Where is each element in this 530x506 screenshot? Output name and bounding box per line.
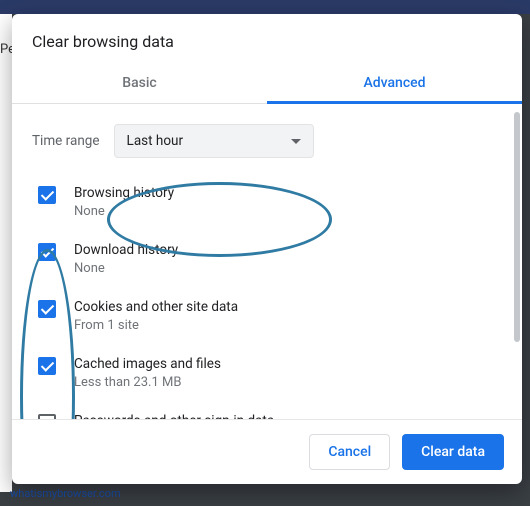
list-item-label: Download history	[74, 241, 178, 260]
list-item: Cookies and other site dataFrom 1 site	[34, 288, 502, 345]
list-item-text: Cookies and other site dataFrom 1 site	[74, 298, 238, 335]
checkbox[interactable]	[38, 186, 56, 204]
tab-bar: Basic Advanced	[12, 65, 522, 104]
list-item-label: Cookies and other site data	[74, 298, 238, 317]
checkbox[interactable]	[38, 243, 56, 261]
page-top-stripe	[0, 0, 530, 14]
list-item: Download historyNone	[34, 231, 502, 288]
dialog-scroll: Time range Last hour Browsing historyNon…	[12, 104, 512, 419]
list-item-text: Browsing historyNone	[74, 184, 174, 221]
tab-advanced[interactable]: Advanced	[267, 65, 522, 103]
scrollbar[interactable]	[514, 112, 520, 342]
dialog-footer: Cancel Clear data	[12, 419, 522, 484]
tab-basic[interactable]: Basic	[12, 65, 267, 103]
time-range-value: Last hour	[127, 133, 184, 149]
list-item: Passwords and other sign-in dataNone	[34, 402, 502, 419]
data-type-list: Browsing historyNoneDownload historyNone…	[12, 168, 512, 419]
dialog-title: Clear browsing data	[12, 14, 522, 65]
list-item-subtext: Less than 23.1 MB	[74, 374, 221, 392]
list-item: Cached images and filesLess than 23.1 MB	[34, 345, 502, 402]
checkbox[interactable]	[38, 357, 56, 375]
list-item-label: Browsing history	[74, 184, 174, 203]
list-item-text: Passwords and other sign-in dataNone	[74, 412, 274, 419]
list-item-subtext: None	[74, 203, 174, 221]
list-item-subtext: None	[74, 260, 178, 278]
cancel-button[interactable]: Cancel	[309, 434, 390, 470]
list-item-label: Cached images and files	[74, 355, 221, 374]
list-item-text: Download historyNone	[74, 241, 178, 278]
clear-data-button[interactable]: Clear data	[402, 434, 504, 470]
time-range-row: Time range Last hour	[12, 104, 512, 168]
list-item-text: Cached images and filesLess than 23.1 MB	[74, 355, 221, 392]
time-range-select[interactable]: Last hour	[114, 124, 314, 158]
list-item-subtext: From 1 site	[74, 317, 238, 335]
clear-browsing-data-dialog: Clear browsing data Basic Advanced Time …	[12, 14, 522, 484]
time-range-label: Time range	[32, 133, 100, 149]
dialog-body: Time range Last hour Browsing historyNon…	[12, 104, 522, 419]
checkbox[interactable]	[38, 414, 56, 419]
page-left-edge: Pe	[0, 14, 12, 492]
checkbox[interactable]	[38, 300, 56, 318]
watermark: whatismybrowser.com	[10, 487, 121, 500]
chevron-down-icon	[291, 139, 301, 144]
list-item: Browsing historyNone	[34, 174, 502, 231]
list-item-label: Passwords and other sign-in data	[74, 412, 274, 419]
